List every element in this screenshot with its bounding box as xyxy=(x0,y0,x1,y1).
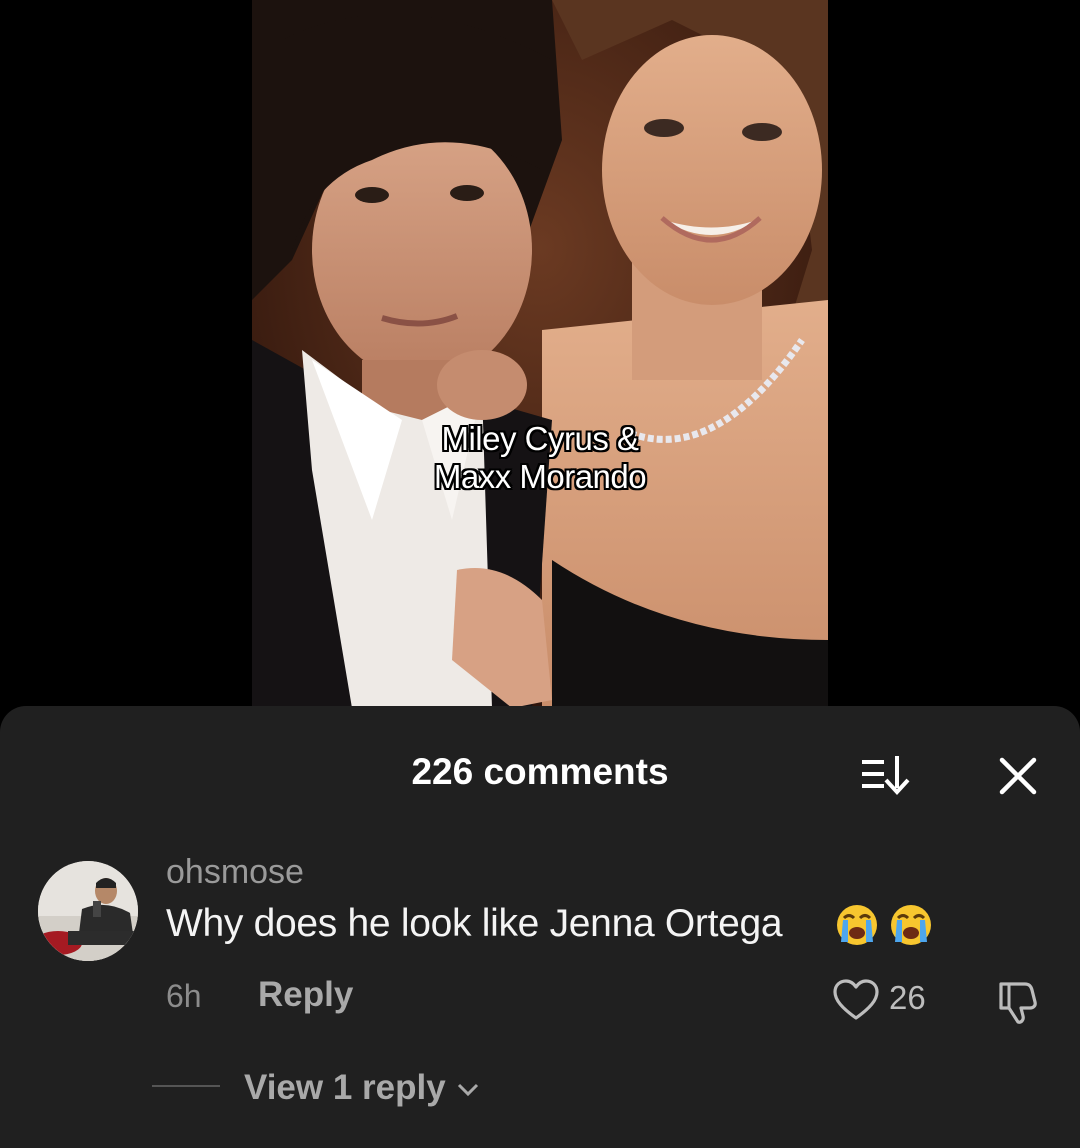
comments-sheet: 226 comments ohsmose Why does he look li… xyxy=(0,706,1080,1148)
sort-icon[interactable] xyxy=(858,752,918,800)
replies-divider xyxy=(152,1085,220,1087)
like-count: 26 xyxy=(889,979,926,1016)
avatar[interactable] xyxy=(38,861,138,961)
video-player[interactable]: Miley Cyrus & Maxx Morando xyxy=(0,0,1080,720)
comments-count-title: 226 comments xyxy=(411,751,669,792)
reply-button[interactable]: Reply xyxy=(258,975,353,1015)
chevron-down-icon xyxy=(457,1083,478,1096)
comment-text: Why does he look like Jenna Ortega xyxy=(166,902,783,945)
video-caption: Miley Cyrus & Maxx Morando xyxy=(252,420,828,496)
caption-line-1: Miley Cyrus & xyxy=(441,420,639,457)
comment-emojis xyxy=(834,902,938,948)
caption-line-2: Maxx Morando xyxy=(433,458,647,495)
comment-username[interactable]: ohsmose xyxy=(166,853,304,892)
view-replies-label: View 1 reply xyxy=(244,1068,446,1107)
loudly-crying-face-icon xyxy=(891,905,932,945)
view-replies-button[interactable]: View 1 reply xyxy=(244,1068,480,1108)
video-frame-image xyxy=(252,0,828,708)
thumbs-down-icon[interactable] xyxy=(993,978,1041,1026)
comment-timestamp: 6h xyxy=(166,978,202,1014)
loudly-crying-face-icon xyxy=(837,905,877,945)
heart-icon[interactable] xyxy=(832,978,880,1022)
close-icon[interactable] xyxy=(992,750,1044,802)
